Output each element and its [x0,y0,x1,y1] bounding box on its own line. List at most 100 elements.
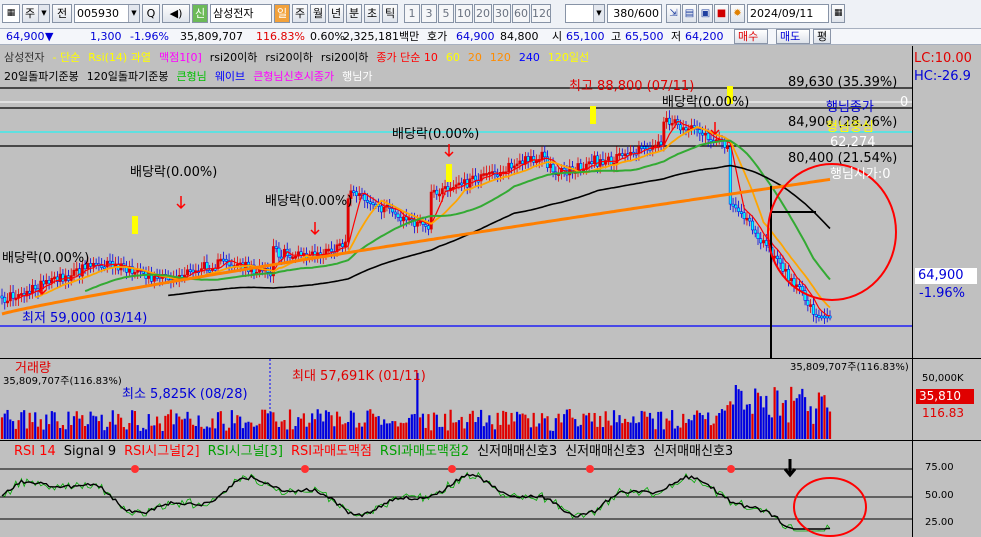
grid-menu-icon[interactable]: ▦ [2,4,20,23]
price-legend-item-6[interactable]: rsi20이하 [321,51,369,64]
volume-bar [147,414,150,439]
price-legend-item-5[interactable]: rsi20이하 [265,51,313,64]
price-legend-item-4[interactable]: rsi20이하 [210,51,258,64]
buy-button[interactable]: 매수 [734,29,768,44]
minute-button-2[interactable]: 5 [438,4,454,23]
volume-bar [715,415,718,439]
period-button-6[interactable]: 틱 [382,4,398,23]
price-legend-item-1[interactable]: - 단순 [52,51,80,64]
volume-bar [585,415,588,439]
price-legend2-item-0[interactable]: 20일돌파기준봉 [4,70,79,83]
rsi-legend-item-0[interactable]: RSI 14 [14,444,56,459]
calendar-icon[interactable]: ▦ [831,4,845,23]
rsi-axis[interactable]: 75.00 50.00 25.00 [912,440,981,537]
quote-change-pct: -1.96% [130,30,169,43]
volume-axis[interactable]: 50,000K 35,810 116.83 [912,358,981,440]
quote-amount: 2,325,181백만 [343,30,420,43]
price-pane[interactable]: 삼성전자 - 단순 Rsi(14) 과열 맥점1[0] rsi20이하 rsi20이하 rs… [0,46,912,358]
rsi-legend-item-7[interactable]: 신저매매신호3 [565,444,645,459]
minute-button-0[interactable]: 1 [404,4,420,23]
candle-body [393,211,397,215]
volume-bar [748,404,751,439]
volume-bar [795,398,798,439]
candle-body [670,122,674,126]
candle-body [521,160,525,164]
price-axis[interactable]: LC:10.00 HC:-26.9 64,900 -1.96% [912,46,981,358]
speaker-icon[interactable]: ◀) [162,4,190,23]
volume-bar [532,412,535,439]
period-button-2[interactable]: 월 [310,4,326,23]
rsi-legend-item-2[interactable]: RSI시그널[2] [124,444,199,459]
volume-bar [551,430,555,439]
volume-bar [629,422,632,439]
period-button-3[interactable]: 년 [328,4,344,23]
date-field[interactable]: 2024/09/11 [747,4,829,23]
candle-body [623,153,627,156]
stop-icon[interactable]: ■ [714,4,729,23]
price-legend2-item-2[interactable]: 큰형님 [176,70,206,83]
rsi-legend-item-3[interactable]: RSI시그널[3] [208,444,283,459]
chevron-down-icon: ▼ [38,5,49,22]
candle-body [823,315,826,319]
custom-period-field[interactable]: ▼ [565,4,605,23]
arrow-tool-icon[interactable]: ⇲ [666,4,681,23]
price-legend-item-2[interactable]: Rsi(14) 과열 [88,51,151,64]
save-icon[interactable]: ▣ [698,4,713,23]
price-legend-item-9[interactable]: 20 [468,51,482,64]
period-mode-button[interactable]: 전 [52,4,72,23]
price-legend-item-11[interactable]: 240 [519,51,540,64]
price-legend2-item-5[interactable]: 행님가 [342,70,372,83]
volume-bar [227,427,231,439]
rsi-legend-item-6[interactable]: 신저매매신호3 [477,444,557,459]
ma60-line [84,139,831,293]
price-legend2-item-1[interactable]: 120일돌파기준봉 [87,70,169,83]
volume-bar [86,424,89,439]
volume-bar [792,400,796,439]
search-icon[interactable]: Q [142,4,160,23]
volume-bar [352,412,355,439]
rsi-overheat-marker [446,164,452,182]
minute-button-3[interactable]: 10 [455,4,473,23]
rsi-pane[interactable]: RSI 14 Signal 9 RSI시그널[2] RSI시그널[3] RSI과매도맥점… [0,440,912,537]
volume-bar [269,411,272,439]
minute-button-6[interactable]: 60 [512,4,530,23]
rsi-legend-item-8[interactable]: 신저매매신호3 [653,444,733,459]
volume-bar [787,422,790,439]
chart-settings-icon[interactable]: ▤ [682,4,697,23]
volume-bar [762,407,765,439]
brother-center-label: 형님중심 [826,120,874,135]
rsi-legend-item-5[interactable]: RSI과매도맥점2 [380,444,469,459]
volume-axis-tick: 50,000K [922,373,964,384]
volume-bar [214,428,217,439]
minute-button-5[interactable]: 30 [493,4,511,23]
stock-name-field[interactable]: 삼성전자 [210,4,272,23]
stock-code-field[interactable]: 005930 ▼ [74,4,140,23]
minute-button-4[interactable]: 20 [474,4,492,23]
period-button-1[interactable]: 주 [292,4,308,23]
market-mode-select[interactable]: 주 ▼ [22,4,50,23]
sell-button[interactable]: 매도 [776,29,810,44]
price-legend2-item-3[interactable]: 웨이브 [215,70,245,83]
price-legend-item-8[interactable]: 60 [446,51,460,64]
price-legend-item-3[interactable]: 맥점1[0] [159,51,202,64]
period-button-4[interactable]: 분 [346,4,362,23]
period-button-0[interactable]: 일 [274,4,290,23]
price-legend-item-12[interactable]: 120일선 [548,51,589,64]
period-button-5[interactable]: 초 [364,4,380,23]
candle-body [435,189,439,195]
count-field[interactable]: 380/600 [607,4,662,23]
price-legend2-item-4[interactable]: 큰형님신호시종가 [253,70,334,83]
rsi-legend-item-4[interactable]: RSI과매도맥점 [291,444,372,459]
gear-icon[interactable]: ✹ [730,4,745,23]
volume-bar [546,416,549,439]
current-price-pct: -1.96% [919,286,965,301]
volume-pane[interactable]: 거래량 35,809,707주(116.83%) 35,809,707주(116… [0,358,912,440]
price-legend-item-10[interactable]: 120 [490,51,511,64]
rsi-legend-item-1[interactable]: Signal 9 [64,444,116,459]
minute-button-1[interactable]: 3 [421,4,437,23]
price-legend-item-0[interactable]: 삼성전자 [4,51,44,64]
volume-bar [419,417,422,439]
balance-button[interactable]: 평 [813,29,831,44]
minute-button-7[interactable]: 120 [531,4,551,23]
price-legend-item-7[interactable]: 종가 단순 10 [376,51,437,64]
